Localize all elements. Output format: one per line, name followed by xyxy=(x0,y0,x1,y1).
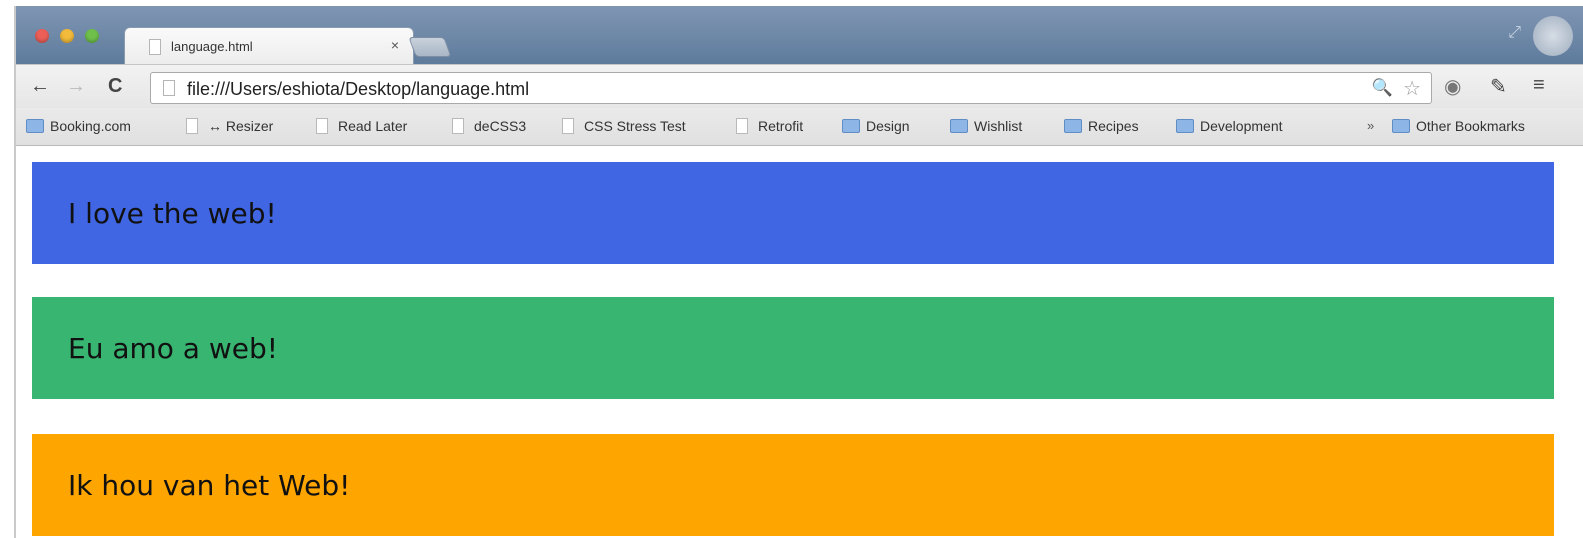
back-button[interactable]: ← xyxy=(30,75,50,98)
bookmark-star-icon[interactable]: ☆ xyxy=(1403,76,1421,101)
banner-text: I love the web! xyxy=(68,196,277,230)
close-window-button[interactable] xyxy=(35,29,49,43)
bookmark-item[interactable]: Retrofit xyxy=(736,118,803,134)
folder-icon xyxy=(842,119,860,133)
incognito-icon xyxy=(1533,16,1573,56)
bookmark-label: Other Bookmarks xyxy=(1416,118,1525,134)
folder-icon xyxy=(1176,119,1194,133)
folder-icon xyxy=(1064,119,1082,133)
zoom-window-button[interactable] xyxy=(85,29,99,43)
title-bar: language.html × ⤢ xyxy=(16,6,1583,65)
menu-icon[interactable]: ≡ xyxy=(1533,74,1545,97)
page-icon xyxy=(452,118,464,134)
banner-text: Ik hou van het Web! xyxy=(68,468,351,502)
page-icon xyxy=(736,118,748,134)
banner-portuguese: Eu amo a web! xyxy=(32,297,1554,399)
bookmark-label: Retrofit xyxy=(758,118,804,134)
bookmark-item[interactable]: Recipes xyxy=(1064,118,1139,134)
page-icon xyxy=(149,39,161,55)
minimize-window-button[interactable] xyxy=(60,29,74,43)
bookmark-item[interactable]: CSS Stress Test xyxy=(562,118,686,134)
bookmark-item[interactable]: Read Later xyxy=(316,118,407,134)
bookmark-label: ↔ Resizer xyxy=(208,118,274,134)
bookmark-item[interactable]: Design xyxy=(842,118,910,134)
tab-language[interactable]: language.html × xyxy=(124,27,414,65)
address-bar[interactable]: file:///Users/eshiota/Desktop/language.h… xyxy=(150,72,1432,104)
bookmark-item[interactable]: Wishlist xyxy=(950,118,1022,134)
url-text[interactable]: file:///Users/eshiota/Desktop/language.h… xyxy=(187,79,529,100)
page-content: I love the web! Eu amo a web! Ik hou van… xyxy=(16,146,1583,538)
toolbar: ← → C file:///Users/eshiota/Desktop/lang… xyxy=(16,64,1583,108)
bookmark-label: Read Later xyxy=(338,118,408,134)
wrench-icon[interactable]: ✎ xyxy=(1490,74,1507,99)
folder-icon xyxy=(26,119,44,133)
bookmark-item[interactable]: deCSS3 xyxy=(452,118,526,134)
new-tab-button[interactable] xyxy=(408,37,452,57)
page-icon xyxy=(316,118,328,134)
page-icon xyxy=(186,118,198,134)
banner-text: Eu amo a web! xyxy=(68,331,278,365)
bookmark-label: Booking.com xyxy=(50,118,131,134)
bookmark-item[interactable]: Booking.com xyxy=(26,118,131,134)
folder-icon xyxy=(950,119,968,133)
bookmark-item[interactable]: Development xyxy=(1176,118,1283,134)
browser-window: language.html × ⤢ ← → C file:///Users/es… xyxy=(14,6,1583,538)
extension-icon[interactable]: ◉ xyxy=(1444,74,1461,99)
bookmark-label: Recipes xyxy=(1088,118,1139,134)
bookmark-label: Design xyxy=(866,118,910,134)
page-icon xyxy=(562,118,574,134)
page-icon xyxy=(163,80,175,96)
banner-dutch: Ik hou van het Web! xyxy=(32,434,1554,536)
bookmark-label: Development xyxy=(1200,118,1283,134)
bookmark-label: CSS Stress Test xyxy=(584,118,686,134)
tab-title: language.html xyxy=(171,39,253,54)
zoom-icon[interactable]: 🔍 xyxy=(1372,78,1393,98)
fullscreen-icon[interactable]: ⤢ xyxy=(1508,24,1521,42)
bookmarks-overflow-button[interactable]: » xyxy=(1367,118,1374,133)
close-tab-icon[interactable]: × xyxy=(391,37,399,53)
bookmark-label: Wishlist xyxy=(974,118,1023,134)
folder-icon xyxy=(1392,119,1410,133)
bookmark-label: deCSS3 xyxy=(474,118,527,134)
banner-english: I love the web! xyxy=(32,162,1554,264)
forward-button[interactable]: → xyxy=(66,75,86,98)
other-bookmarks[interactable]: Other Bookmarks xyxy=(1392,118,1525,134)
bookmarks-bar: Booking.com ↔ Resizer Read Later deCSS3 … xyxy=(16,108,1583,146)
bookmark-item[interactable]: ↔ Resizer xyxy=(186,118,273,134)
reload-button[interactable]: C xyxy=(108,75,122,98)
